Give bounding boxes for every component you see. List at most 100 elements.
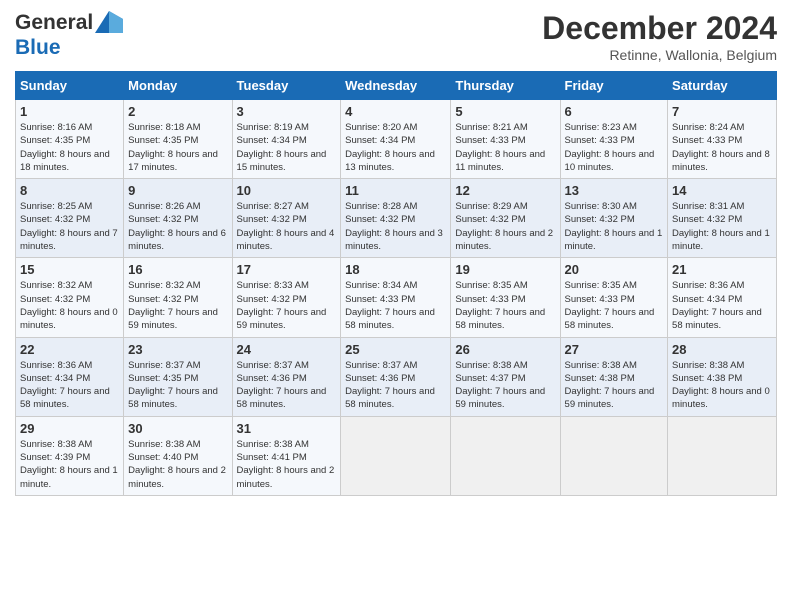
calendar-cell: 1 Sunrise: 8:16 AMSunset: 4:35 PMDayligh… — [16, 100, 124, 179]
day-info: Sunrise: 8:37 AMSunset: 4:36 PMDaylight:… — [345, 360, 435, 411]
calendar-cell: 16 Sunrise: 8:32 AMSunset: 4:32 PMDaylig… — [124, 258, 232, 337]
logo-text: General — [15, 10, 123, 35]
day-info: Sunrise: 8:16 AMSunset: 4:35 PMDaylight:… — [20, 122, 110, 173]
calendar-cell: 23 Sunrise: 8:37 AMSunset: 4:35 PMDaylig… — [124, 337, 232, 416]
header-day-monday: Monday — [124, 72, 232, 100]
day-number: 27 — [565, 342, 664, 357]
calendar-cell: 21 Sunrise: 8:36 AMSunset: 4:34 PMDaylig… — [668, 258, 777, 337]
calendar-cell: 25 Sunrise: 8:37 AMSunset: 4:36 PMDaylig… — [341, 337, 451, 416]
day-info: Sunrise: 8:38 AMSunset: 4:37 PMDaylight:… — [455, 360, 545, 411]
calendar-cell: 19 Sunrise: 8:35 AMSunset: 4:33 PMDaylig… — [451, 258, 560, 337]
calendar-cell: 13 Sunrise: 8:30 AMSunset: 4:32 PMDaylig… — [560, 179, 668, 258]
calendar-week-5: 29 Sunrise: 8:38 AMSunset: 4:39 PMDaylig… — [16, 416, 777, 495]
day-number: 28 — [672, 342, 772, 357]
calendar-cell: 26 Sunrise: 8:38 AMSunset: 4:37 PMDaylig… — [451, 337, 560, 416]
day-number: 4 — [345, 104, 446, 119]
calendar-cell: 11 Sunrise: 8:28 AMSunset: 4:32 PMDaylig… — [341, 179, 451, 258]
calendar-cell — [668, 416, 777, 495]
day-number: 3 — [237, 104, 337, 119]
day-info: Sunrise: 8:31 AMSunset: 4:32 PMDaylight:… — [672, 201, 770, 252]
calendar-table: SundayMondayTuesdayWednesdayThursdayFrid… — [15, 71, 777, 496]
day-number: 20 — [565, 262, 664, 277]
calendar-cell: 30 Sunrise: 8:38 AMSunset: 4:40 PMDaylig… — [124, 416, 232, 495]
day-info: Sunrise: 8:33 AMSunset: 4:32 PMDaylight:… — [237, 280, 327, 331]
day-number: 2 — [128, 104, 227, 119]
day-number: 17 — [237, 262, 337, 277]
day-info: Sunrise: 8:27 AMSunset: 4:32 PMDaylight:… — [237, 201, 335, 252]
day-number: 13 — [565, 183, 664, 198]
day-number: 22 — [20, 342, 119, 357]
header-day-saturday: Saturday — [668, 72, 777, 100]
logo: General Blue — [15, 10, 123, 61]
day-number: 30 — [128, 421, 227, 436]
day-info: Sunrise: 8:37 AMSunset: 4:36 PMDaylight:… — [237, 360, 327, 411]
day-info: Sunrise: 8:28 AMSunset: 4:32 PMDaylight:… — [345, 201, 443, 252]
day-number: 9 — [128, 183, 227, 198]
calendar-cell: 15 Sunrise: 8:32 AMSunset: 4:32 PMDaylig… — [16, 258, 124, 337]
calendar-cell: 7 Sunrise: 8:24 AMSunset: 4:33 PMDayligh… — [668, 100, 777, 179]
header-day-thursday: Thursday — [451, 72, 560, 100]
day-info: Sunrise: 8:34 AMSunset: 4:33 PMDaylight:… — [345, 280, 435, 331]
day-info: Sunrise: 8:35 AMSunset: 4:33 PMDaylight:… — [455, 280, 545, 331]
calendar-cell: 28 Sunrise: 8:38 AMSunset: 4:38 PMDaylig… — [668, 337, 777, 416]
calendar-cell: 27 Sunrise: 8:38 AMSunset: 4:38 PMDaylig… — [560, 337, 668, 416]
header: General Blue December 2024 Retinne, Wall… — [15, 10, 777, 63]
location: Retinne, Wallonia, Belgium — [542, 47, 777, 63]
day-info: Sunrise: 8:20 AMSunset: 4:34 PMDaylight:… — [345, 122, 435, 173]
day-info: Sunrise: 8:24 AMSunset: 4:33 PMDaylight:… — [672, 122, 770, 173]
month-title: December 2024 — [542, 10, 777, 47]
day-info: Sunrise: 8:23 AMSunset: 4:33 PMDaylight:… — [565, 122, 655, 173]
day-number: 11 — [345, 183, 446, 198]
day-number: 1 — [20, 104, 119, 119]
day-number: 15 — [20, 262, 119, 277]
day-info: Sunrise: 8:38 AMSunset: 4:40 PMDaylight:… — [128, 439, 226, 490]
day-info: Sunrise: 8:19 AMSunset: 4:34 PMDaylight:… — [237, 122, 327, 173]
day-info: Sunrise: 8:36 AMSunset: 4:34 PMDaylight:… — [672, 280, 762, 331]
calendar-week-4: 22 Sunrise: 8:36 AMSunset: 4:34 PMDaylig… — [16, 337, 777, 416]
calendar-cell: 24 Sunrise: 8:37 AMSunset: 4:36 PMDaylig… — [232, 337, 341, 416]
calendar-cell: 29 Sunrise: 8:38 AMSunset: 4:39 PMDaylig… — [16, 416, 124, 495]
day-info: Sunrise: 8:35 AMSunset: 4:33 PMDaylight:… — [565, 280, 655, 331]
day-info: Sunrise: 8:36 AMSunset: 4:34 PMDaylight:… — [20, 360, 110, 411]
day-info: Sunrise: 8:38 AMSunset: 4:39 PMDaylight:… — [20, 439, 118, 490]
day-number: 8 — [20, 183, 119, 198]
calendar-cell — [451, 416, 560, 495]
day-number: 21 — [672, 262, 772, 277]
calendar-cell: 31 Sunrise: 8:38 AMSunset: 4:41 PMDaylig… — [232, 416, 341, 495]
calendar-cell: 9 Sunrise: 8:26 AMSunset: 4:32 PMDayligh… — [124, 179, 232, 258]
day-info: Sunrise: 8:30 AMSunset: 4:32 PMDaylight:… — [565, 201, 663, 252]
day-info: Sunrise: 8:18 AMSunset: 4:35 PMDaylight:… — [128, 122, 218, 173]
day-info: Sunrise: 8:38 AMSunset: 4:38 PMDaylight:… — [672, 360, 770, 411]
day-number: 16 — [128, 262, 227, 277]
calendar-cell: 14 Sunrise: 8:31 AMSunset: 4:32 PMDaylig… — [668, 179, 777, 258]
calendar-cell: 8 Sunrise: 8:25 AMSunset: 4:32 PMDayligh… — [16, 179, 124, 258]
calendar-cell — [560, 416, 668, 495]
calendar-week-2: 8 Sunrise: 8:25 AMSunset: 4:32 PMDayligh… — [16, 179, 777, 258]
calendar-cell: 4 Sunrise: 8:20 AMSunset: 4:34 PMDayligh… — [341, 100, 451, 179]
day-info: Sunrise: 8:32 AMSunset: 4:32 PMDaylight:… — [20, 280, 118, 331]
day-number: 24 — [237, 342, 337, 357]
day-info: Sunrise: 8:37 AMSunset: 4:35 PMDaylight:… — [128, 360, 218, 411]
day-number: 26 — [455, 342, 555, 357]
calendar-cell: 22 Sunrise: 8:36 AMSunset: 4:34 PMDaylig… — [16, 337, 124, 416]
header-day-friday: Friday — [560, 72, 668, 100]
day-number: 5 — [455, 104, 555, 119]
day-number: 19 — [455, 262, 555, 277]
header-day-sunday: Sunday — [16, 72, 124, 100]
logo-blue: Blue — [15, 35, 123, 60]
calendar-container: General Blue December 2024 Retinne, Wall… — [0, 0, 792, 506]
calendar-cell: 18 Sunrise: 8:34 AMSunset: 4:33 PMDaylig… — [341, 258, 451, 337]
day-info: Sunrise: 8:25 AMSunset: 4:32 PMDaylight:… — [20, 201, 118, 252]
day-number: 14 — [672, 183, 772, 198]
day-number: 18 — [345, 262, 446, 277]
calendar-cell: 2 Sunrise: 8:18 AMSunset: 4:35 PMDayligh… — [124, 100, 232, 179]
day-number: 29 — [20, 421, 119, 436]
day-number: 10 — [237, 183, 337, 198]
calendar-cell: 10 Sunrise: 8:27 AMSunset: 4:32 PMDaylig… — [232, 179, 341, 258]
day-number: 12 — [455, 183, 555, 198]
day-info: Sunrise: 8:26 AMSunset: 4:32 PMDaylight:… — [128, 201, 226, 252]
calendar-header-row: SundayMondayTuesdayWednesdayThursdayFrid… — [16, 72, 777, 100]
calendar-cell: 17 Sunrise: 8:33 AMSunset: 4:32 PMDaylig… — [232, 258, 341, 337]
calendar-week-3: 15 Sunrise: 8:32 AMSunset: 4:32 PMDaylig… — [16, 258, 777, 337]
calendar-cell: 20 Sunrise: 8:35 AMSunset: 4:33 PMDaylig… — [560, 258, 668, 337]
